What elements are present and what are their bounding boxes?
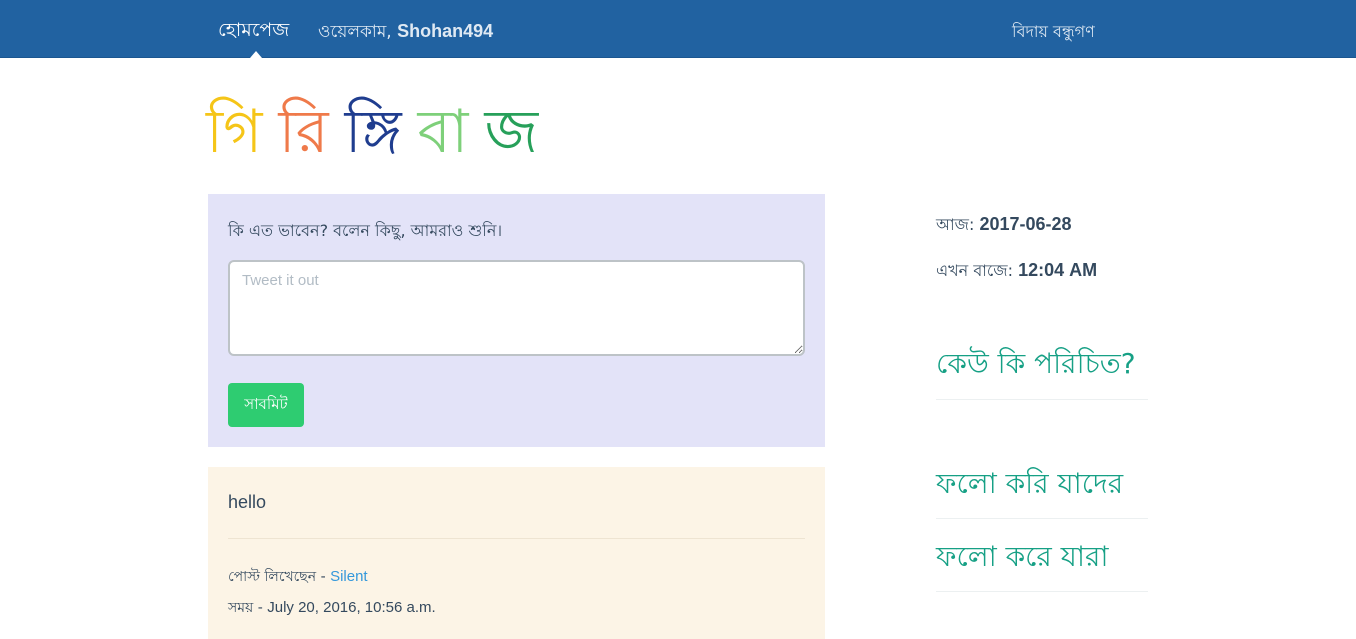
current-time: এখন বাজে: 12:04 AM	[936, 258, 1097, 285]
post-text: hello	[228, 492, 267, 512]
time-label: এখন বাজে:	[936, 261, 1019, 280]
sidebar-divider	[936, 399, 1148, 400]
logo-letter: বা	[417, 97, 469, 167]
post-time-label: সময় -	[228, 600, 268, 616]
post-time-value: July 20, 2016, 10:56 a.m.	[267, 599, 436, 616]
date-value: 2017-06-28	[979, 214, 1072, 234]
today-date: আজ: 2017-06-28	[936, 212, 1072, 239]
sidebar-divider	[936, 518, 1148, 519]
welcome-prefix: ওয়েলকাম,	[318, 22, 398, 42]
logo-letter: রি	[278, 97, 329, 167]
tweet-input[interactable]	[228, 260, 805, 356]
navbar: হোমপেজ ওয়েলকাম, Shohan494 বিদায় বন্ধুগ…	[0, 0, 1356, 58]
logout-link[interactable]: বিদায় বন্ধুগণ	[1012, 19, 1095, 46]
time-value: 12:04 AM	[1018, 260, 1098, 280]
who-to-follow-heading[interactable]: কেউ কি পরিচিত?	[936, 342, 1136, 389]
sidebar-divider	[936, 591, 1148, 592]
site-logo: গি রি ঙ্গি বা জ	[206, 96, 554, 168]
post-author-link[interactable]: Silent	[330, 568, 368, 585]
post-author-label: পোস্ট লিখেছেন -	[228, 569, 331, 585]
logo-letter: ঙ্গি	[344, 97, 402, 167]
post-card: hello পোস্ট লিখেছেন - Silent সময় - July…	[208, 467, 825, 639]
nav-home-link[interactable]: হোমপেজ	[218, 16, 289, 48]
compose-prompt: কি এত ভাবেন? বলেন কিছু, আমরাও শুনি।	[228, 221, 503, 240]
username: Shohan494	[397, 21, 494, 41]
active-nav-caret-icon	[250, 51, 262, 58]
post-author-line: পোস্ট লিখেছেন - Silent	[228, 565, 368, 589]
submit-button[interactable]: সাবমিট	[228, 383, 304, 427]
logo-letter: জ	[484, 97, 539, 167]
compose-panel: কি এত ভাবেন? বলেন কিছু, আমরাও শুনি। সাবম…	[208, 194, 825, 447]
post-time-line: সময় - July 20, 2016, 10:56 a.m.	[228, 596, 436, 620]
nav-welcome-text: ওয়েলকাম, Shohan494	[318, 19, 493, 47]
following-heading[interactable]: ফলো করি যাদের	[936, 462, 1123, 509]
followers-heading[interactable]: ফলো করে যারা	[936, 535, 1109, 582]
date-label: আজ:	[936, 215, 980, 234]
post-divider	[228, 538, 805, 539]
logo-letter: গি	[206, 97, 263, 167]
